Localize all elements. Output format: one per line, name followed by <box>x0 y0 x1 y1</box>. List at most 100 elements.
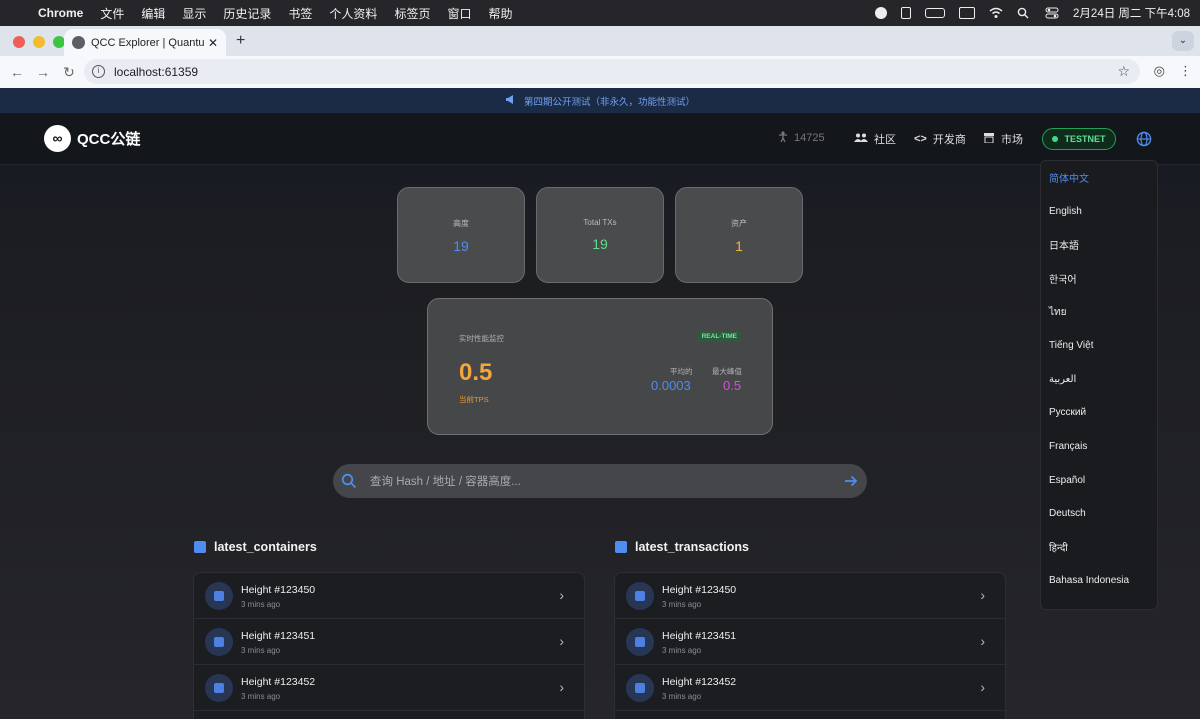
item-title: Height #123452 <box>241 676 316 688</box>
stat-label: Total TXs <box>583 218 617 227</box>
forward-arrow-icon[interactable]: → <box>30 64 56 80</box>
list-item[interactable]: Height #123452 3 mins ago › <box>615 665 1005 711</box>
nav-community-label: 社区 <box>874 134 896 146</box>
spotlight-search-icon[interactable] <box>1017 7 1031 19</box>
language-option-vi[interactable]: Tiếng Việt <box>1041 329 1157 363</box>
language-option-ru[interactable]: Русский <box>1041 396 1157 430</box>
item-title: Height #123451 <box>241 630 316 642</box>
menu-help[interactable]: 帮助 <box>488 5 512 22</box>
language-option-th[interactable]: ไทย <box>1041 295 1157 329</box>
menubar-clock[interactable]: 2月24日 周二 下午4:08 <box>1073 5 1190 21</box>
menu-view[interactable]: 显示 <box>182 5 206 22</box>
reload-icon[interactable]: ↻ <box>56 64 82 81</box>
item-title: Height #123452 <box>662 676 737 688</box>
search-bar[interactable]: 查询 Hash / 地址 / 容器高度... <box>333 464 867 498</box>
list-item[interactable]: Height #123450 3 mins ago › <box>194 573 584 619</box>
archive-icon <box>194 541 206 553</box>
macos-menu-bar: Chrome 文件 编辑 显示 历史记录 书签 个人资料 标签页 窗口 帮助 2… <box>0 0 1200 26</box>
language-option-es[interactable]: Español <box>1041 463 1157 497</box>
language-option-hi[interactable]: हिन्दी <box>1041 531 1157 565</box>
item-title: Height #123450 <box>241 584 316 596</box>
stat-label: 资产 <box>731 219 747 228</box>
globe-language-icon[interactable] <box>1136 131 1152 147</box>
current-tps-label: 当前TPS <box>459 395 489 404</box>
battery-icon[interactable] <box>925 8 946 18</box>
minimize-window-button[interactable] <box>33 36 45 48</box>
list-item[interactable]: Height #123450 3 mins ago › <box>615 573 1005 619</box>
tab-search-chevron-icon[interactable]: ⌄ <box>1172 31 1194 51</box>
search-input[interactable]: 查询 Hash / 地址 / 容器高度... <box>370 473 521 489</box>
language-option-fr[interactable]: Français <box>1041 430 1157 464</box>
wifi-icon[interactable] <box>989 7 1003 19</box>
avg-tps-label: 平均的 <box>670 367 693 376</box>
online-count: 14725 <box>778 131 825 145</box>
input-method-icon[interactable] <box>959 7 976 19</box>
site-header: ∞ QCC公链 14725 社区 <> 开发商 市场 <box>0 113 1200 165</box>
list-item[interactable]: Height #123451 3 mins ago › <box>615 619 1005 665</box>
cube-icon <box>205 674 233 702</box>
cube-icon <box>205 582 233 610</box>
profile-icon[interactable]: ◎ <box>1154 63 1165 79</box>
language-option-ja[interactable]: 日本語 <box>1041 228 1157 262</box>
menu-file[interactable]: 文件 <box>100 5 124 22</box>
current-tps-value: 0.5 <box>459 359 493 386</box>
send-status-icon[interactable] <box>875 7 888 19</box>
url-text[interactable]: localhost:61359 <box>114 65 198 79</box>
nav-community[interactable]: 社区 <box>854 131 896 147</box>
receipt-icon <box>615 541 627 553</box>
arrow-right-icon[interactable] <box>844 474 858 488</box>
language-option-ko[interactable]: 한국어 <box>1041 262 1157 296</box>
browser-tab-active[interactable]: QCC Explorer | Quantum Con ✕ <box>64 29 226 56</box>
item-time: 3 mins ago <box>662 600 702 609</box>
close-tab-icon[interactable]: ✕ <box>208 36 218 50</box>
back-arrow-icon[interactable]: ← <box>4 64 30 80</box>
item-time: 3 mins ago <box>241 692 281 701</box>
menu-history[interactable]: 历史记录 <box>223 5 271 22</box>
close-window-button[interactable] <box>13 36 25 48</box>
menu-edit[interactable]: 编辑 <box>141 5 165 22</box>
bookmark-star-icon[interactable]: ☆ <box>1117 63 1130 80</box>
new-tab-icon[interactable]: + <box>236 32 245 50</box>
address-bar[interactable]: i localhost:61359 ☆ <box>84 59 1140 84</box>
site-info-icon[interactable]: i <box>92 65 105 78</box>
menu-profiles[interactable]: 个人资料 <box>329 5 377 22</box>
language-option-en[interactable]: English <box>1041 195 1157 229</box>
tab-title: QCC Explorer | Quantum Con <box>91 36 204 49</box>
language-option-zh-cn[interactable]: 简体中文 <box>1041 161 1157 195</box>
web-page: 第四期公开测试（非永久，功能性测试） ∞ QCC公链 14725 社区 <> 开… <box>0 88 1200 719</box>
item-time: 3 mins ago <box>241 600 281 609</box>
max-tps-label: 最大峰值 <box>712 367 742 376</box>
nav-market[interactable]: 市场 <box>983 131 1023 147</box>
cube-icon <box>205 628 233 656</box>
nav-developers[interactable]: <> 开发商 <box>914 131 966 147</box>
site-logo[interactable]: ∞ QCC公链 <box>44 125 140 152</box>
list-item[interactable]: Height #123452 3 mins ago › <box>194 665 584 711</box>
testnet-label: TESTNET <box>1064 134 1106 144</box>
more-menu-icon[interactable]: ⋮ <box>1179 63 1192 79</box>
language-option-ar[interactable]: العربية <box>1041 363 1157 397</box>
section-title-text: latest_transactions <box>635 540 749 554</box>
chevron-right-icon: › <box>980 633 985 649</box>
item-time: 3 mins ago <box>662 692 702 701</box>
stat-value: 19 <box>592 236 608 252</box>
latest-containers-list: Height #123450 3 mins ago › Height #1234… <box>193 572 585 719</box>
announcement-text: 第四期公开测试（非永久，功能性测试） <box>523 96 695 108</box>
menu-chrome[interactable]: Chrome <box>38 6 83 20</box>
stat-value: 1 <box>735 238 743 254</box>
control-center-icon[interactable] <box>1045 7 1059 19</box>
menu-window[interactable]: 窗口 <box>447 5 471 22</box>
menu-bookmarks[interactable]: 书签 <box>288 5 312 22</box>
menu-tab[interactable]: 标签页 <box>394 5 430 22</box>
stat-card-total-txs: Total TXs 19 <box>536 187 664 283</box>
language-option-id[interactable]: Bahasa Indonesia <box>1041 564 1157 598</box>
window-controls <box>13 36 65 48</box>
chevron-right-icon: › <box>559 633 564 649</box>
browser-chrome: QCC Explorer | Quantum Con ✕ + ⌄ ← → ↻ i… <box>0 26 1200 88</box>
list-item[interactable]: Height #123451 3 mins ago › <box>194 619 584 665</box>
qcc-logo-icon: ∞ <box>44 125 71 152</box>
item-time: 3 mins ago <box>662 646 702 655</box>
language-option-de[interactable]: Deutsch <box>1041 497 1157 531</box>
testnet-badge[interactable]: TESTNET <box>1042 128 1116 150</box>
language-dropdown: 简体中文 English 日本語 한국어 ไทย Tiếng Việt العر… <box>1040 160 1158 610</box>
clipboard-icon[interactable] <box>901 7 912 19</box>
